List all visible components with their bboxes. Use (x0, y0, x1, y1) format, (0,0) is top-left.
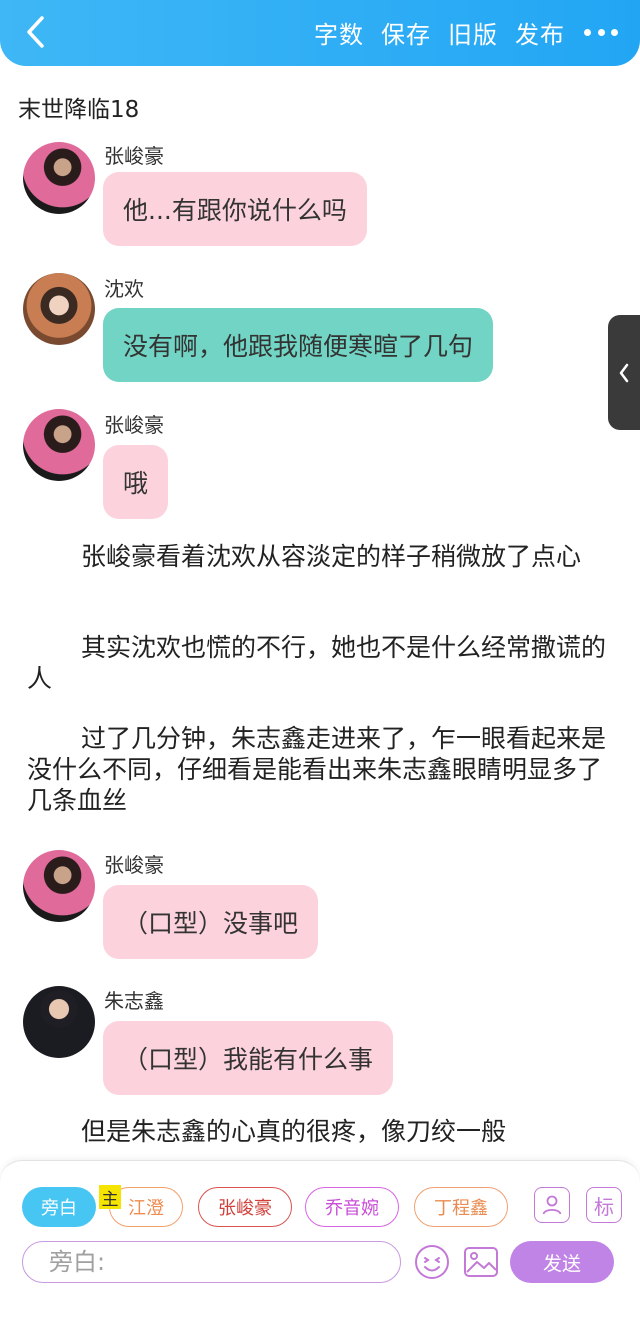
role-narrator-chip[interactable]: 旁白 (22, 1187, 96, 1227)
main-character-tag: 主 (99, 1185, 121, 1210)
role-zhangjunhao-chip[interactable]: 张峻豪 (198, 1187, 292, 1227)
role-qiaoyinwan-chip[interactable]: 乔音婉 (305, 1187, 399, 1227)
emoji-button[interactable] (413, 1243, 451, 1281)
speaker-name: 张峻豪 (104, 413, 164, 437)
message-bubble[interactable]: （口型）没事吧 (103, 885, 319, 959)
narration-paragraph: 张峻豪看着沈欢从容淡定的样子稍微放了点心 (81, 542, 582, 571)
chevron-left-icon (619, 363, 629, 382)
send-button[interactable]: 发送 (510, 1241, 614, 1283)
publish-button[interactable]: 发布 (515, 15, 565, 50)
more-icon[interactable] (582, 14, 620, 50)
avatar[interactable] (23, 409, 95, 481)
insert-image-button[interactable] (462, 1243, 500, 1281)
top-bar: 字数 保存 旧版 发布 (0, 0, 640, 66)
avatar[interactable] (23, 273, 95, 345)
message-bubble[interactable]: 没有啊，他跟我随便寒暄了几句 (103, 308, 494, 382)
image-icon (464, 1247, 498, 1277)
avatar[interactable] (23, 850, 95, 922)
mark-button[interactable]: 标 (586, 1187, 622, 1223)
avatar[interactable] (23, 986, 95, 1058)
message-bubble[interactable]: 他...有跟你说什么吗 (103, 172, 367, 246)
role-dingchengxin-chip[interactable]: 丁程鑫 (414, 1187, 508, 1227)
word-count-button[interactable]: 字数 (314, 15, 364, 50)
save-button[interactable]: 保存 (381, 15, 431, 50)
speaker-name: 张峻豪 (104, 144, 164, 168)
story-title: 末世降临18 (18, 97, 140, 123)
message-bubble[interactable]: （口型）我能有什么事 (103, 1021, 394, 1095)
narration-paragraph: 过了几分钟，朱志鑫走进来了，乍一眼看起来是没什么不同，仔细看是能看出来朱志鑫眼睛… (27, 724, 607, 815)
back-button[interactable] (18, 12, 52, 52)
user-icon (542, 1195, 562, 1215)
add-character-button[interactable] (534, 1187, 570, 1223)
old-version-button[interactable]: 旧版 (448, 15, 498, 50)
speaker-name: 沈欢 (104, 277, 144, 301)
chevron-left-icon (27, 16, 44, 48)
header-actions: 字数 保存 旧版 发布 (314, 14, 620, 50)
narration-paragraph: 其实沈欢也慌的不行，她也不是什么经常撒谎的人 (27, 633, 607, 693)
avatar[interactable] (23, 142, 95, 214)
narration-paragraph: 但是朱志鑫的心真的很疼，像刀绞一般 (81, 1117, 507, 1146)
message-bubble[interactable]: 哦 (103, 445, 169, 519)
dialog-input[interactable] (22, 1241, 401, 1283)
speaker-name: 朱志鑫 (104, 989, 164, 1013)
smiley-icon (415, 1245, 449, 1279)
side-panel-handle[interactable] (608, 315, 640, 430)
speaker-name: 张峻豪 (104, 853, 164, 877)
editor-panel: 旁白 江澄 主 张峻豪 乔音婉 丁程鑫 标 发送 (0, 1160, 640, 1329)
